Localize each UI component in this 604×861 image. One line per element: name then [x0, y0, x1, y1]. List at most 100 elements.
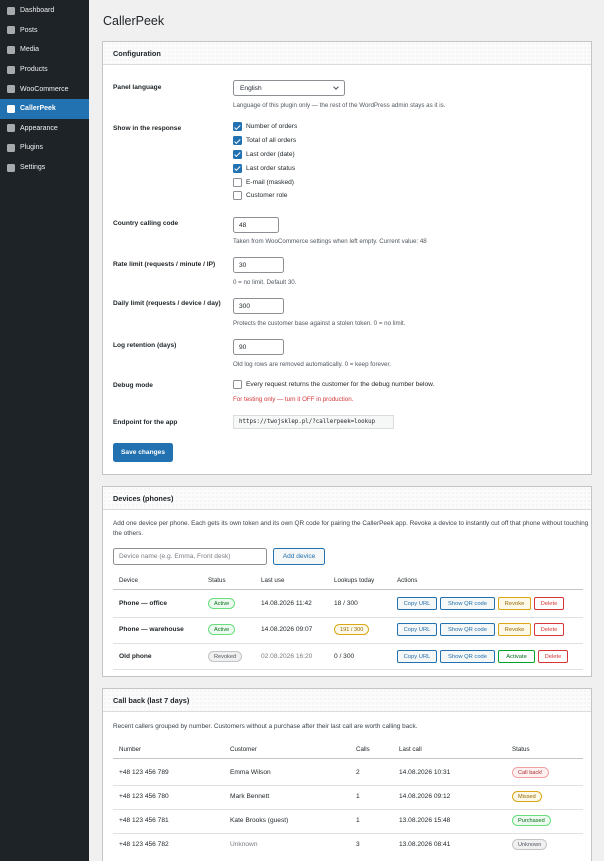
media-icon: [7, 45, 15, 54]
option-label: Every request returns the customer for t…: [246, 381, 435, 389]
sidebar-item-dashboard[interactable]: Dashboard: [0, 1, 89, 21]
caller-customer: Emma Wilson: [230, 769, 271, 776]
checkbox-checked-icon[interactable]: [233, 149, 242, 159]
delete-button[interactable]: Delete: [538, 650, 568, 663]
show-qr-button[interactable]: Show QR code: [440, 597, 495, 610]
response-option[interactable]: Last order (date): [233, 148, 297, 162]
option-label: Number of orders: [246, 123, 298, 131]
last-call: 14.08.2026 09:12: [399, 793, 451, 800]
sidebar-item-appearance[interactable]: Appearance: [0, 119, 89, 139]
sidebar-item-label: CallerPeek: [20, 105, 56, 113]
lookups-count: 0 / 300: [334, 653, 355, 660]
debug-warning: For testing only — turn it OFF in produc…: [233, 396, 354, 403]
response-options: Number of orders Total of all orders Las…: [233, 120, 297, 203]
lookups-count: 18 / 300: [334, 600, 358, 607]
copy-url-button[interactable]: Copy URL: [397, 650, 437, 663]
checkbox-unchecked-icon[interactable]: [233, 191, 242, 201]
column-header: Calls: [356, 746, 370, 753]
response-option[interactable]: Number of orders: [233, 120, 297, 134]
sidebar-item-woocommerce[interactable]: WooCommerce: [0, 79, 89, 99]
field-label: Panel language: [113, 84, 162, 91]
option-label: Last order status: [246, 164, 296, 172]
sidebar-item-products[interactable]: Products: [0, 60, 89, 80]
sidebar-item-plugins[interactable]: Plugins: [0, 138, 89, 158]
field-label: Rate limit (requests / minute / IP): [113, 261, 216, 268]
field-label: Show in the response: [113, 125, 182, 132]
checkbox-checked-icon[interactable]: [233, 163, 242, 173]
device-name-input[interactable]: Device name (e.g. Emma, Front desk): [113, 548, 267, 565]
last-call: 13.08.2026 15:48: [399, 817, 451, 824]
checkbox-unchecked-icon[interactable]: [233, 380, 242, 390]
delete-button[interactable]: Delete: [534, 623, 564, 636]
response-option[interactable]: Total of all orders: [233, 134, 297, 148]
sidebar-item-label: WooCommerce: [20, 85, 69, 93]
status-badge: Unknown: [512, 839, 548, 850]
option-label: Customer role: [246, 192, 288, 200]
checkbox-checked-icon[interactable]: [233, 136, 242, 146]
field-label: Debug mode: [113, 382, 153, 389]
sidebar-item-posts[interactable]: Posts: [0, 21, 89, 41]
show-qr-button[interactable]: Show QR code: [440, 650, 495, 663]
sidebar-item-callerpeek[interactable]: CallerPeek: [0, 98, 89, 119]
checkbox-checked-icon[interactable]: [233, 122, 242, 132]
country-code-input[interactable]: 48: [233, 217, 279, 233]
devices-panel: Devices (phones) Add one device per phon…: [102, 486, 592, 677]
sidebar-item-label: Dashboard: [20, 7, 55, 15]
caller-number: +48 123 456 780: [119, 793, 169, 800]
posts-icon: [7, 26, 15, 35]
settings-icon: [7, 163, 15, 172]
add-device-button[interactable]: Add device: [273, 548, 325, 565]
field-description: 0 = no limit. Default 30.: [233, 279, 297, 286]
panel-language-select[interactable]: English: [233, 80, 345, 96]
device-name: Phone — warehouse: [119, 626, 184, 633]
show-qr-button[interactable]: Show QR code: [440, 623, 495, 636]
call-back-intro: Recent callers grouped by number. Custom…: [113, 723, 418, 730]
column-header: Status: [208, 577, 226, 584]
save-changes-button[interactable]: Save changes: [113, 443, 173, 462]
select-value: English: [240, 84, 262, 92]
column-header: Number: [119, 746, 142, 753]
sidebar-item-label: Media: [20, 46, 40, 54]
checkbox-unchecked-icon[interactable]: [233, 177, 242, 187]
sidebar-item-media[interactable]: Media: [0, 40, 89, 60]
column-header: Last call: [399, 746, 422, 753]
field-label: Daily limit (requests / device / day): [113, 300, 221, 307]
caller-number: +48 123 456 789: [119, 769, 169, 776]
chevron-down-icon: [333, 84, 339, 90]
copy-url-button[interactable]: Copy URL: [397, 597, 437, 610]
callerpeek-icon: [7, 104, 15, 113]
response-option[interactable]: E-mail (masked): [233, 175, 297, 189]
daily-limit-input[interactable]: 300: [233, 298, 284, 314]
endpoint-url[interactable]: https://twojsklep.pl/?callerpeek=lookup: [233, 415, 394, 429]
column-header: Device: [119, 577, 138, 584]
sidebar-item-label: Posts: [20, 26, 38, 34]
products-icon: [7, 65, 15, 74]
caller-customer: Mark Bennett: [230, 793, 270, 800]
sidebar-item-label: Products: [20, 66, 48, 74]
rate-limit-input[interactable]: 30: [233, 257, 284, 273]
revoke-button[interactable]: Revoke: [498, 623, 531, 636]
field-label: Country calling code: [113, 220, 179, 227]
delete-button[interactable]: Delete: [534, 597, 564, 610]
sidebar-item-settings[interactable]: Settings: [0, 158, 89, 178]
status-badge: Active: [208, 598, 236, 609]
column-header: Status: [512, 746, 530, 753]
field-description: Protects the customer base against a sto…: [233, 320, 406, 327]
revoke-button[interactable]: Revoke: [498, 597, 531, 610]
log-retention-input[interactable]: 90: [233, 339, 284, 355]
call-count: 1: [356, 817, 360, 824]
status-badge: Call back!: [512, 767, 549, 778]
call-back-panel: Call back (last 7 days) Recent callers g…: [102, 688, 592, 861]
activate-button[interactable]: Activate: [498, 650, 535, 663]
last-use: 02.08.2026 16:20: [261, 653, 313, 660]
response-option[interactable]: Customer role: [233, 189, 297, 203]
configuration-panel: Configuration Panel language English Lan…: [102, 41, 592, 475]
debug-mode-option[interactable]: Every request returns the customer for t…: [233, 378, 434, 392]
main-content: CallerPeek Configuration Panel language …: [89, 0, 604, 861]
caller-number: +48 123 456 781: [119, 817, 169, 824]
column-header: Actions: [397, 577, 418, 584]
response-option[interactable]: Last order status: [233, 161, 297, 175]
sidebar-item-label: Appearance: [20, 124, 58, 132]
devices-intro: Add one device per phone. Each gets its …: [113, 520, 589, 537]
copy-url-button[interactable]: Copy URL: [397, 623, 437, 636]
